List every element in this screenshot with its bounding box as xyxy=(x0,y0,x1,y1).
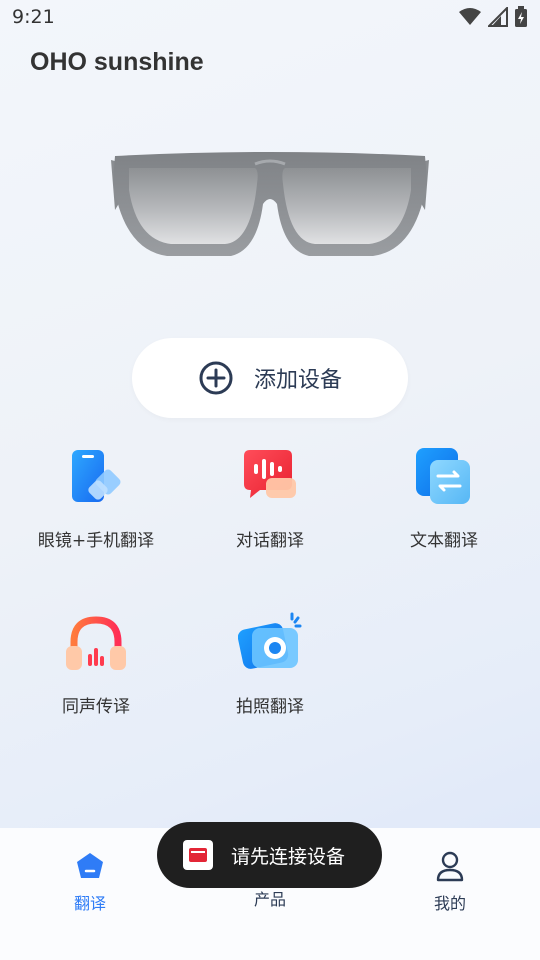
feature-glasses-phone-translate[interactable]: 眼镜+手机翻译 xyxy=(11,446,181,551)
feature-label: 对话翻译 xyxy=(236,531,304,551)
headphones-icon xyxy=(66,616,126,670)
feature-photo-translate[interactable]: 拍照翻译 xyxy=(185,612,355,717)
app-logo-icon xyxy=(183,840,213,870)
app-title: OHO sunshine xyxy=(30,48,204,76)
feature-simultaneous-interpretation[interactable]: 同声传译 xyxy=(11,612,181,717)
toast-message: 请先连接设备 xyxy=(157,822,382,888)
battery-icon xyxy=(515,6,527,27)
wifi-icon xyxy=(459,8,481,25)
plus-circle-icon xyxy=(199,361,233,395)
text-translate-icon xyxy=(416,448,470,504)
toast-text: 请先连接设备 xyxy=(231,845,346,868)
camera-icon xyxy=(237,612,302,669)
add-device-label: 添加设备 xyxy=(253,368,342,393)
tab-mine[interactable]: 我的 xyxy=(390,850,510,914)
feature-label: 拍照翻译 xyxy=(236,697,304,717)
feature-label: 同声传译 xyxy=(62,697,130,717)
translate-tab-icon xyxy=(77,853,103,878)
sunglasses-image xyxy=(111,152,429,256)
signal-icon xyxy=(488,7,508,27)
tab-label: 翻译 xyxy=(73,894,106,913)
status-time: 9:21 xyxy=(12,6,55,28)
add-device-button[interactable]: 添加设备 xyxy=(132,338,408,418)
tab-label: 我的 xyxy=(433,894,466,913)
feature-text-translate[interactable]: 文本翻译 xyxy=(359,446,529,551)
user-icon xyxy=(436,851,464,882)
tab-label: 产品 xyxy=(253,890,286,909)
tab-translate[interactable]: 翻译 xyxy=(30,850,150,914)
status-bar: 9:21 xyxy=(0,0,540,36)
feature-dialog-translate[interactable]: 对话翻译 xyxy=(185,446,355,551)
status-icons xyxy=(458,6,528,28)
dialog-translate-icon xyxy=(244,450,296,498)
feature-label: 眼镜+手机翻译 xyxy=(37,531,155,551)
glasses-phone-translate-icon xyxy=(72,450,121,502)
feature-label: 文本翻译 xyxy=(410,531,478,551)
